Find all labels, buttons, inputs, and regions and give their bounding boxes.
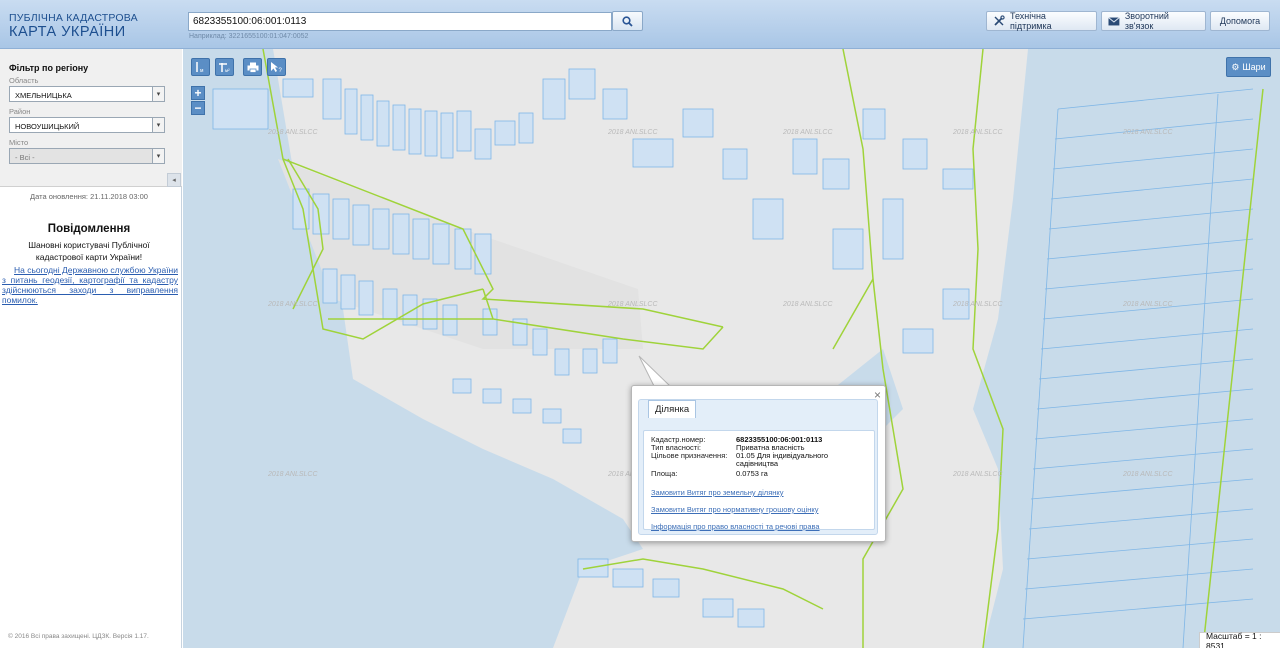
collapse-sidebar-button[interactable]: ◂ <box>167 173 181 187</box>
tools-icon <box>994 15 1005 26</box>
watermark: 2018 ANLSLCC <box>1123 129 1173 136</box>
parcel-popup: × Кадастр.номер: 6823355100:06:001:0113 … <box>631 385 886 542</box>
watermark: 2018 ANLSLCC <box>268 301 318 308</box>
watermark: 2018 ANLSLCC <box>268 471 318 478</box>
area-ruler-icon: м² <box>218 63 230 73</box>
misto-select[interactable]: - Всі - ▾ <box>9 148 165 164</box>
svg-text:м: м <box>200 68 204 73</box>
watermark: 2018 ANLSLCC <box>608 129 658 136</box>
notice-link[interactable]: На сьогодні Державною службою України з … <box>2 265 178 305</box>
print-button[interactable] <box>243 58 262 76</box>
cadastral-search-input[interactable] <box>188 12 612 31</box>
ownership-info-link[interactable]: Інформація про право власності та речові… <box>651 522 820 531</box>
water-areas <box>183 49 1280 648</box>
feedback-button[interactable]: Зворотний зв'язок <box>1101 11 1206 31</box>
map-base <box>183 49 1280 648</box>
oblast-label: Область <box>9 76 39 85</box>
watermark: 2018 ANLSLCC <box>1123 471 1173 478</box>
popup-body: Кадастр.номер: 6823355100:06:001:0113 Ти… <box>643 430 875 531</box>
order-valuation-link[interactable]: Замовити Витяг про нормативну грошову оц… <box>651 505 818 514</box>
chevron-left-icon: ◂ <box>172 177 176 184</box>
watermark: 2018 ANLSLCC <box>608 301 658 308</box>
update-date: Дата оновлення: 21.11.2018 03:00 <box>30 192 148 201</box>
watermark: 2018 ANLSLCC <box>783 129 833 136</box>
pointer-question-icon: ? <box>271 62 283 73</box>
area-value: 0.0753 га <box>736 469 768 478</box>
search-hint: Наприклад: 3221655100:01:047:0052 <box>189 33 309 40</box>
search-button[interactable] <box>612 11 643 31</box>
minus-icon: − <box>194 101 202 115</box>
chevron-down-icon: ▾ <box>152 87 164 101</box>
svg-text:?: ? <box>279 68 283 73</box>
copyright: © 2016 Всі права захищені. ЦДЗК. Версія … <box>8 633 149 640</box>
logo-line2: КАРТА УКРАЇНИ <box>9 23 126 40</box>
misto-label: Місто <box>9 138 29 147</box>
purpose-value: 01.05 Для індивідуального садівництва <box>736 451 829 468</box>
popup-panel: Кадастр.номер: 6823355100:06:001:0113 Ти… <box>638 399 878 535</box>
logo[interactable]: ПУБЛІЧНА КАДАСТРОВА КАРТА УКРАЇНИ <box>9 13 138 39</box>
envelope-icon <box>1108 16 1120 25</box>
notice-greeting: Шановні користувачі Публічної кадастрово… <box>28 240 150 262</box>
logo-line1: ПУБЛІЧНА КАДАСТРОВА <box>9 12 138 24</box>
help-button[interactable]: Допомога <box>1210 11 1270 31</box>
ruler-icon: м <box>196 62 204 73</box>
rayon-label: Район <box>9 107 31 116</box>
map-canvas[interactable]: 2018 ANLSLCC 2018 ANLSLCC 2018 ANLSLCC 2… <box>183 49 1280 648</box>
zoom-out-button[interactable]: − <box>191 101 205 115</box>
zoom-in-button[interactable]: + <box>191 86 205 100</box>
filter-title: Фільтр по регіону <box>9 63 89 73</box>
svg-text:м²: м² <box>225 68 230 73</box>
measure-distance-button[interactable]: м <box>191 58 210 76</box>
watermark: 2018 ANLSLCC <box>783 301 833 308</box>
chevron-down-icon: ▾ <box>152 149 164 163</box>
rayon-value: НОВОУШИЦЬКИЙ <box>15 122 80 131</box>
tab-parcel[interactable]: Ділянка <box>648 400 697 418</box>
watermark: 2018 ANLSLCC <box>953 471 1003 478</box>
identify-button[interactable]: ? <box>267 58 286 76</box>
notice-title: Повідомлення <box>47 223 131 235</box>
search-icon <box>622 15 633 27</box>
measure-area-button[interactable]: м² <box>215 58 234 76</box>
help-label: Допомога <box>1219 16 1261 26</box>
watermark: 2018 ANLSLCC <box>953 301 1003 308</box>
watermark: 2018 ANLSLCC <box>1123 301 1173 308</box>
misto-value: - Всі - <box>15 153 35 162</box>
gear-icon: ⚙ <box>1231 61 1240 72</box>
tech-support-label: Технічна підтримка <box>1010 11 1052 31</box>
printer-icon <box>247 62 258 73</box>
chevron-down-icon: ▾ <box>152 118 164 132</box>
watermark: 2018 ANLSLCC <box>268 129 318 136</box>
layers-button[interactable]: ⚙ Шари <box>1226 57 1271 77</box>
order-extract-link[interactable]: Замовити Витяг про земельну ділянку <box>651 488 784 497</box>
plus-icon: + <box>194 86 202 100</box>
oblast-select[interactable]: ХМЕЛЬНИЦЬКА ▾ <box>9 86 165 102</box>
feedback-label: Зворотний зв'язок <box>1124 11 1169 31</box>
layers-label: Шари <box>1242 62 1266 72</box>
area-label: Площа: <box>651 469 678 478</box>
purpose-label: Цільове призначення: <box>651 451 728 460</box>
rayon-select[interactable]: НОВОУШИЦЬКИЙ ▾ <box>9 117 165 133</box>
scale-indicator: Масштаб = 1 : 8531 <box>1199 631 1280 648</box>
watermark: 2018 ANLSLCC <box>953 129 1003 136</box>
tech-support-button[interactable]: Технічна підтримка <box>986 11 1097 31</box>
region-filter: Фільтр по регіону Область ХМЕЛЬНИЦЬКА ▾ … <box>0 49 182 187</box>
sidebar: Фільтр по регіону Область ХМЕЛЬНИЦЬКА ▾ … <box>0 49 182 648</box>
header: ПУБЛІЧНА КАДАСТРОВА КАРТА УКРАЇНИ Наприк… <box>0 0 1280 49</box>
oblast-value: ХМЕЛЬНИЦЬКА <box>15 91 72 100</box>
